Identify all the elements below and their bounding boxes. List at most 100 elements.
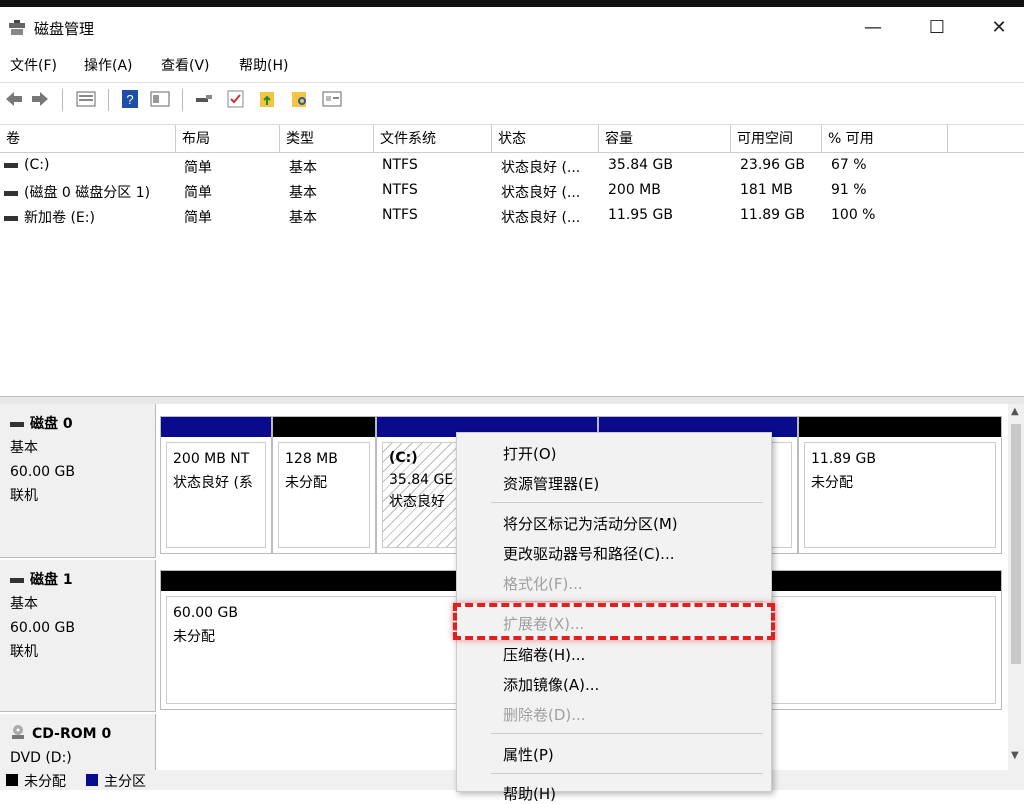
toolbar-separator (108, 89, 109, 111)
menu-separator (491, 733, 763, 734)
column-header-empty (948, 125, 1024, 153)
screen-top-edge (0, 0, 1024, 7)
capacity-cell: 35.84 GB (608, 157, 673, 173)
status-cell: 状态良好 (... (501, 185, 581, 201)
properties-icon[interactable] (150, 90, 170, 108)
unallocated-bar (799, 417, 1001, 437)
menu-separator (491, 601, 763, 602)
column-header-status[interactable]: 状态 (492, 125, 599, 153)
column-header-type[interactable]: 类型 (280, 125, 374, 153)
partition-size: 128 MB (285, 451, 338, 467)
toolbar: ? (0, 82, 1024, 115)
menu-view[interactable]: 查看(V) (161, 55, 210, 75)
type-cell: 基本 (289, 210, 317, 226)
volume-icon (4, 215, 18, 221)
volume-icon (4, 162, 18, 168)
menu-bar: 文件(F) 操作(A) 查看(V) 帮助(H) (0, 49, 1024, 79)
partition-unallocated-11gb[interactable]: 11.89 GB 未分配 (798, 416, 1002, 554)
type-cell: 基本 (289, 160, 317, 176)
disk-icon (10, 421, 24, 427)
list-view-icon[interactable] (76, 90, 96, 108)
status-cell: 状态良好 (... (501, 210, 581, 226)
disk-management-icon (9, 20, 25, 35)
folder-search-icon[interactable] (290, 90, 310, 108)
disk-status: 联机 (10, 644, 38, 660)
capacity-cell: 11.95 GB (608, 207, 673, 223)
volume-name: (C:) (24, 157, 50, 173)
partition-size: 200 MB NT (173, 451, 250, 467)
legend-unallocated: 未分配 (24, 774, 66, 790)
menu-separator (491, 502, 763, 503)
disk-name: CD-ROM 0 (32, 726, 112, 742)
volume-name-cell: (C:) (4, 157, 49, 173)
disk-icon (10, 577, 24, 583)
ctx-shrink-volume[interactable]: 压缩卷(H)... (503, 644, 585, 665)
layout-cell: 简单 (184, 160, 212, 176)
column-header-free-space[interactable]: 可用空间 (731, 125, 822, 153)
table-row[interactable]: (磁盘 0 磁盘分区 1) 简单 基本 NTFS 状态良好 (... 200 M… (0, 179, 1024, 204)
extend-volume-highlight (453, 603, 775, 640)
percent-free-cell: 100 % (831, 207, 876, 223)
menu-help[interactable]: 帮助(H) (239, 55, 288, 75)
capacity-cell: 200 MB (608, 182, 661, 198)
help-icon[interactable]: ? (120, 90, 140, 108)
menu-action[interactable]: 操作(A) (84, 55, 133, 75)
layout-cell: 简单 (184, 185, 212, 201)
table-row[interactable]: 新加卷 (E:) 简单 基本 NTFS 状态良好 (... 11.95 GB 1… (0, 204, 1024, 229)
scroll-down-icon[interactable]: ▼ (1011, 750, 1019, 761)
type-cell: 基本 (289, 185, 317, 201)
volume-name-cell: (磁盘 0 磁盘分区 1) (4, 182, 150, 202)
ctx-delete-volume: 删除卷(D)... (503, 706, 586, 724)
connect-icon[interactable] (194, 90, 214, 108)
volume-name: (磁盘 0 磁盘分区 1) (24, 185, 151, 201)
back-icon[interactable] (4, 90, 24, 108)
disk-type: 基本 (10, 596, 38, 612)
partition-status: 未分配 (811, 475, 853, 491)
primary-swatch (86, 774, 98, 786)
ctx-change-drive-letter[interactable]: 更改驱动器号和路径(C)... (503, 543, 674, 564)
column-header-capacity[interactable]: 容量 (599, 125, 731, 153)
free-space-cell: 11.89 GB (740, 207, 805, 223)
vertical-scrollbar[interactable]: ▲ ▼ (1008, 404, 1024, 770)
disk-0-info[interactable]: 磁盘 0 基本 60.00 GB 联机 (0, 404, 156, 558)
check-icon[interactable] (226, 90, 246, 108)
disk-status: 联机 (10, 488, 38, 504)
column-header-filesystem[interactable]: 文件系统 (374, 125, 492, 153)
settings-panel-icon[interactable] (322, 90, 342, 108)
disk-1-info[interactable]: 磁盘 1 基本 60.00 GB 联机 (0, 560, 156, 712)
partition-system-reserved[interactable]: 200 MB NT 状态良好 (系 (160, 416, 272, 554)
scroll-thumb[interactable] (1011, 424, 1021, 664)
ctx-open[interactable]: 打开(O) (503, 443, 557, 464)
maximize-button[interactable]: ☐ (914, 11, 960, 45)
toolbar-separator (182, 89, 183, 111)
filesystem-cell: NTFS (382, 182, 418, 198)
ctx-mark-active[interactable]: 将分区标记为活动分区(M) (503, 513, 678, 534)
scroll-up-icon[interactable]: ▲ (1011, 406, 1019, 417)
toolbar-separator (62, 89, 63, 111)
table-row[interactable]: (C:) 简单 基本 NTFS 状态良好 (... 35.84 GB 23.96… (0, 154, 1024, 179)
ctx-properties[interactable]: 属性(P) (503, 744, 554, 765)
layout-cell: 简单 (184, 210, 212, 226)
menu-file[interactable]: 文件(F) (10, 55, 57, 75)
svg-text:?: ? (126, 92, 133, 107)
ctx-help[interactable]: 帮助(H) (503, 783, 556, 804)
cdrom-icon (12, 725, 24, 739)
menu-separator (491, 773, 763, 774)
legend-primary: 主分区 (104, 774, 146, 790)
volume-name-cell: 新加卷 (E:) (4, 207, 95, 227)
ctx-explorer[interactable]: 资源管理器(E) (503, 473, 599, 494)
close-button[interactable]: ✕ (976, 11, 1022, 45)
cdrom-0-info[interactable]: CD-ROM 0 DVD (D:) (0, 714, 156, 770)
minimize-button[interactable]: — (850, 11, 896, 45)
column-header-percent-free[interactable]: % 可用 (822, 125, 948, 153)
column-header-layout[interactable]: 布局 (176, 125, 280, 153)
ctx-format: 格式化(F)... (503, 575, 583, 593)
disk-type: DVD (D:) (10, 750, 72, 766)
ctx-add-mirror[interactable]: 添加镜像(A)... (503, 674, 599, 695)
column-header-volume[interactable]: 卷 (0, 125, 176, 153)
folder-up-icon[interactable] (258, 90, 278, 108)
forward-icon[interactable] (30, 90, 50, 108)
disk-type: 基本 (10, 440, 38, 456)
partition-unallocated-128mb[interactable]: 128 MB 未分配 (272, 416, 376, 554)
free-space-cell: 23.96 GB (740, 157, 805, 173)
